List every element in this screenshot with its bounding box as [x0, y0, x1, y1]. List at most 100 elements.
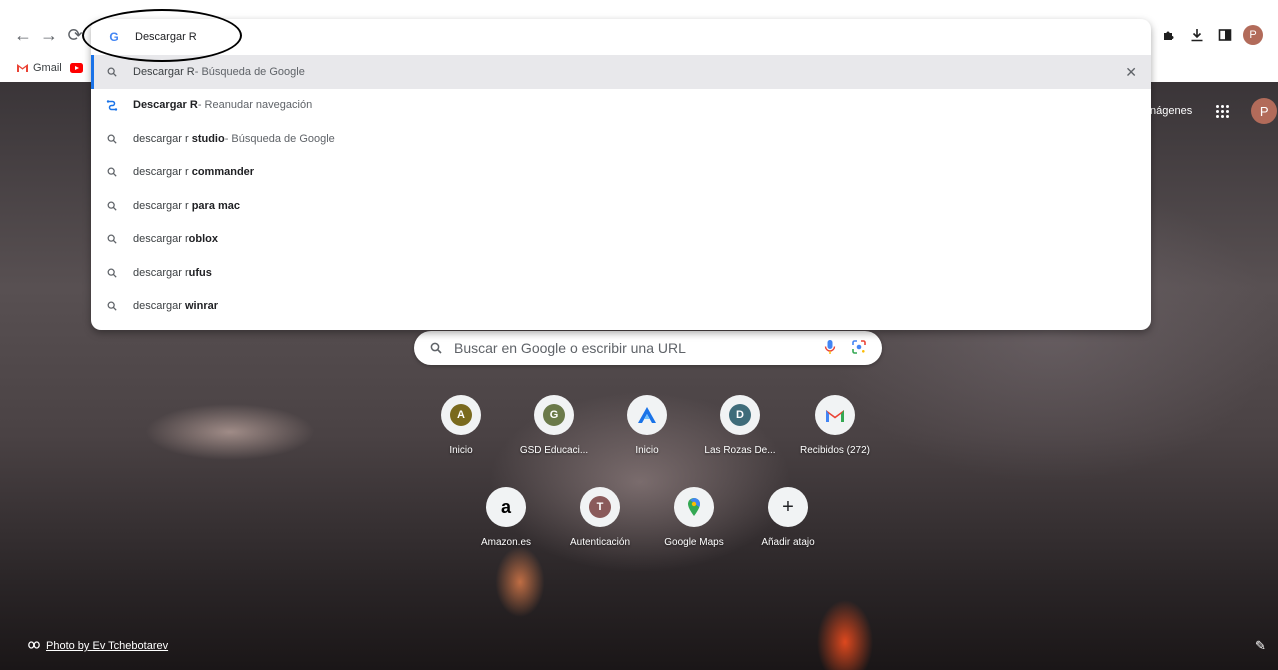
shortcut-tile [627, 395, 667, 435]
shortcut-label: Amazon.es [480, 537, 532, 548]
search-icon [105, 234, 119, 244]
shortcut-label: Autenticación [569, 537, 631, 548]
shortcut-label: Google Maps [664, 537, 724, 548]
shortcut-tile [674, 487, 714, 527]
suggestion-bold: winrar [184, 300, 218, 313]
ntp-search-placeholder: Buscar en Google o escribir una URL [454, 340, 686, 356]
search-icon [105, 268, 119, 278]
suggestion-item[interactable]: descargar r oblox [91, 223, 1151, 257]
remove-suggestion-icon[interactable]: ✕ [1125, 64, 1137, 81]
suggestion-item[interactable]: descargar r commander [91, 156, 1151, 190]
ntp-search-box[interactable]: Buscar en Google o escribir una URL [414, 331, 882, 365]
suggestion-text: descargar r [133, 233, 189, 246]
shortcut-add[interactable]: + Añadir atajo [743, 487, 833, 548]
link-icon [28, 640, 40, 652]
search-icon [105, 67, 119, 77]
gmail-icon [826, 409, 844, 422]
photo-credit[interactable]: Photo by Ev Tchebotarev [28, 640, 168, 652]
shortcut-label: Inicio [635, 445, 659, 456]
shortcut-tile: D [720, 395, 760, 435]
shortcut-google-maps[interactable]: Google Maps [649, 487, 739, 548]
shortcut-label: Recibidos (272) [799, 445, 871, 456]
search-icon [105, 201, 119, 211]
search-icon [430, 342, 442, 354]
arrow-logo-icon [638, 407, 656, 423]
shortcut-g-icon: G [543, 404, 565, 426]
suggestion-text: descargar [133, 300, 185, 313]
shortcut-inicio-arrow[interactable]: Inicio [602, 395, 692, 456]
suggestion-text: descargar r [133, 199, 192, 212]
apps-grid-icon[interactable] [1216, 104, 1230, 118]
microphone-icon[interactable] [824, 339, 836, 358]
shortcut-tile: G [534, 395, 574, 435]
gmail-icon [16, 63, 29, 73]
suggestion-item[interactable]: descargar winrar [91, 290, 1151, 324]
shortcut-tile: + [768, 487, 808, 527]
suggestion-text: descargar r [133, 132, 192, 145]
bookmark-gmail[interactable]: Gmail [16, 62, 62, 74]
back-arrow-icon[interactable]: ← [12, 24, 34, 46]
forward-arrow-icon[interactable]: → [38, 24, 60, 46]
more-menu-icon[interactable]: ⋮ [1270, 24, 1278, 46]
bookmark-label: Gmail [33, 62, 62, 74]
toolbar-right-actions: P ⋮ [1152, 24, 1278, 46]
side-panel-icon[interactable] [1214, 24, 1236, 46]
shortcut-amazon[interactable]: a Amazon.es [461, 487, 551, 548]
google-g-icon: G [109, 30, 119, 44]
shortcut-t-icon: T [589, 496, 611, 518]
suggestion-item[interactable]: descargar r ufus [91, 256, 1151, 290]
shortcut-tile: a [486, 487, 526, 527]
search-icon [105, 134, 119, 144]
shortcut-autenticacion[interactable]: T Autenticación [555, 487, 645, 548]
suggestion-item[interactable]: Descargar R - Búsqueda de Google ✕ [91, 55, 1151, 89]
search-icon [105, 167, 119, 177]
suggestion-item[interactable]: descargar r para mac [91, 189, 1151, 223]
suggestion-suffix: - Búsqueda de Google [224, 132, 335, 145]
shortcut-a-icon: A [450, 404, 472, 426]
suggestion-text: descargar r [133, 166, 192, 179]
shortcut-inicio-a[interactable]: A Inicio [416, 395, 506, 456]
add-icon: + [782, 495, 794, 518]
reload-icon[interactable]: ⟳ [64, 24, 86, 46]
youtube-icon [69, 63, 83, 73]
suggestion-item[interactable]: descargar r studio - Búsqueda de Google [91, 122, 1151, 156]
suggestion-suffix: - Búsqueda de Google [194, 65, 305, 78]
shortcut-las-rozas[interactable]: D Las Rozas De... [695, 395, 785, 456]
suggestion-bold: commander [191, 166, 255, 179]
download-icon[interactable] [1186, 24, 1208, 46]
bookmark-youtube[interactable] [69, 63, 87, 73]
suggestion-text: Descargar R [133, 99, 198, 112]
journey-icon [105, 99, 119, 111]
profile-avatar[interactable]: P [1242, 24, 1264, 46]
omnibox-query[interactable]: Descargar R [135, 31, 197, 43]
google-lens-icon[interactable] [852, 340, 866, 357]
suggestion-item[interactable]: Descargar R - Reanudar navegación [91, 89, 1151, 123]
amazon-icon: a [500, 496, 511, 517]
shortcut-d-icon: D [729, 404, 751, 426]
search-icon [105, 301, 119, 311]
ntp-avatar[interactable]: P [1251, 98, 1278, 124]
ntp-header-links: nágenes P [1150, 98, 1278, 124]
omnibox-input[interactable]: G Descargar R [91, 19, 1151, 55]
suggestion-bold: para mac [191, 199, 241, 212]
maps-pin-icon [688, 498, 700, 516]
shortcut-label: Añadir atajo [761, 537, 815, 548]
shortcut-tile: T [580, 487, 620, 527]
puzzle-icon[interactable] [1158, 24, 1180, 46]
shortcut-label: Las Rozas De... [704, 445, 776, 456]
shortcut-label: Inicio [449, 445, 473, 456]
photo-credit-link[interactable]: Photo by Ev Tchebotarev [46, 640, 168, 652]
suggestion-bold: oblox [188, 233, 218, 246]
shortcut-recibidos[interactable]: Recibidos (272) [790, 395, 880, 456]
suggestion-bold: ufus [188, 266, 212, 279]
suggestion-bold: studio [191, 132, 225, 145]
suggestion-suffix: - Reanudar navegación [197, 99, 313, 112]
images-link[interactable]: nágenes [1150, 105, 1192, 117]
shortcut-gsd-educacion[interactable]: G GSD Educaci... [509, 395, 599, 456]
suggestion-text: descargar r [133, 266, 189, 279]
customize-pencil-icon[interactable]: ✎ [1255, 638, 1266, 654]
shortcut-tile: A [441, 395, 481, 435]
omnibox-dropdown: G Descargar R Descargar R - Búsqueda de … [91, 19, 1151, 330]
suggestion-text: Descargar R [133, 65, 195, 78]
shortcut-label: GSD Educaci... [519, 445, 589, 456]
